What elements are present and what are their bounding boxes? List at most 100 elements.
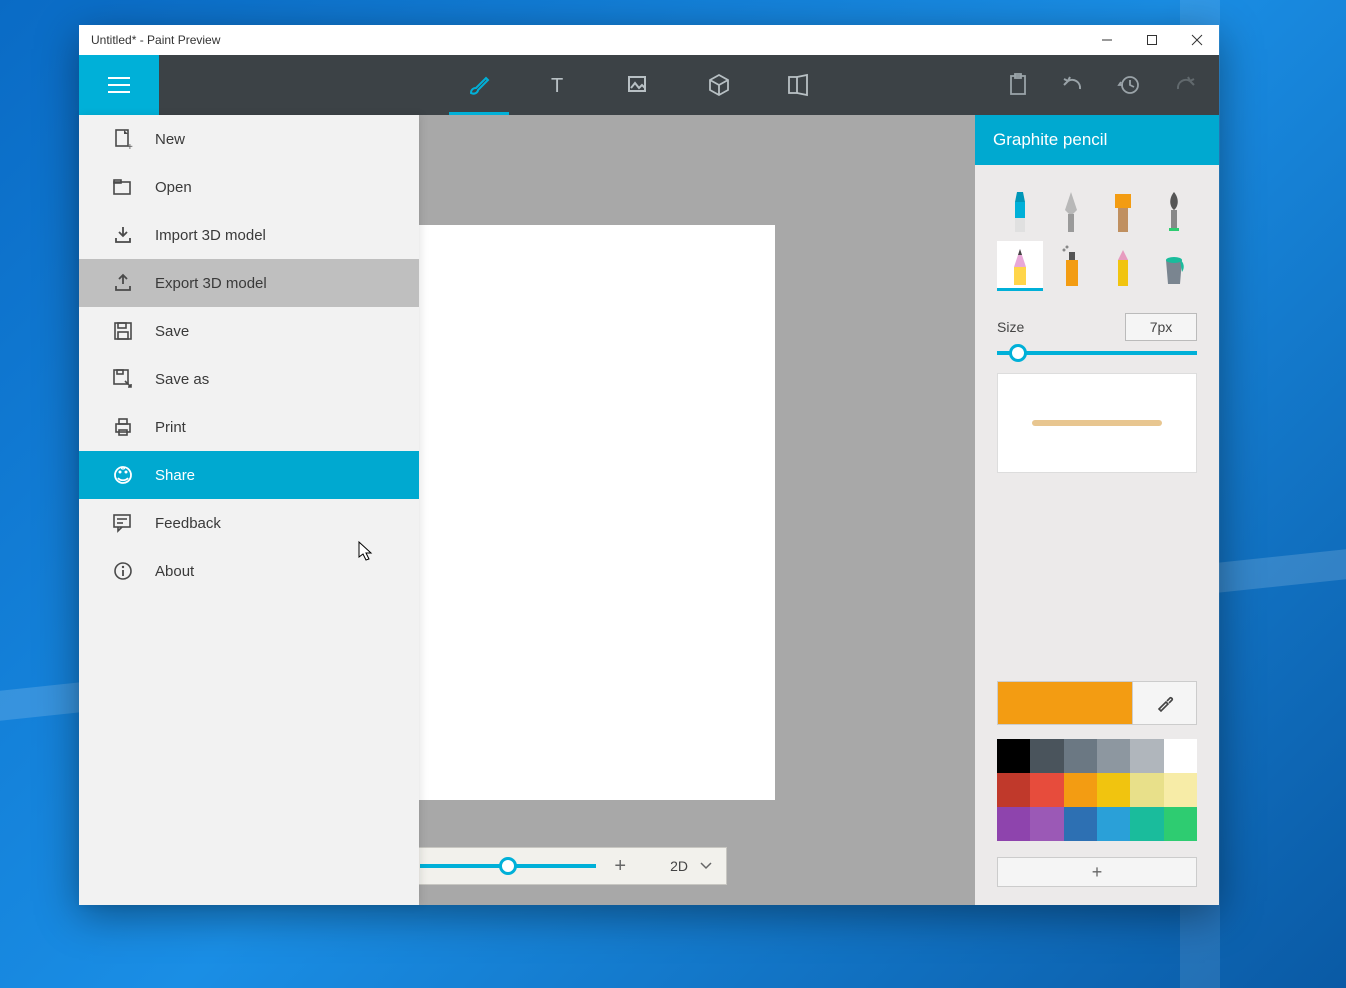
- brush-icon: [466, 72, 492, 98]
- palette-swatch[interactable]: [1164, 773, 1197, 807]
- undo-icon: [1062, 75, 1086, 95]
- brush-picker: [975, 165, 1219, 301]
- menu-item-print[interactable]: Print: [79, 403, 419, 451]
- menu-item-share[interactable]: Share: [79, 451, 419, 499]
- palette-swatch[interactable]: [1097, 739, 1130, 773]
- redo-button[interactable]: [1156, 55, 1211, 115]
- palette-swatch[interactable]: [1030, 739, 1063, 773]
- eyedropper-button[interactable]: [1132, 682, 1196, 724]
- palette-swatch[interactable]: [1064, 773, 1097, 807]
- palette-swatch[interactable]: [1130, 739, 1163, 773]
- palette-swatch[interactable]: [1164, 807, 1197, 841]
- tab-text[interactable]: T: [519, 55, 599, 115]
- app-body: T: [79, 55, 1219, 905]
- chevron-down-icon: [700, 862, 712, 870]
- size-value-input[interactable]: 7px: [1125, 313, 1197, 341]
- close-button[interactable]: [1174, 25, 1219, 55]
- view-mode-label: 2D: [670, 858, 688, 874]
- menu-toggle-button[interactable]: [79, 55, 159, 115]
- menu-item-export-3d[interactable]: Export 3D model: [79, 259, 419, 307]
- menu-item-import-3d[interactable]: Import 3D model: [79, 211, 419, 259]
- maximize-button[interactable]: [1129, 25, 1174, 55]
- palette-swatch[interactable]: [997, 739, 1030, 773]
- palette-swatch[interactable]: [1164, 739, 1197, 773]
- view-mode-dropdown[interactable]: [700, 862, 712, 870]
- zoom-in-button[interactable]: +: [614, 855, 626, 878]
- feedback-icon: [113, 514, 133, 532]
- menu-item-label: New: [155, 131, 185, 148]
- brush-crayon[interactable]: [1100, 241, 1146, 291]
- brush-calligraphy[interactable]: [1152, 185, 1198, 235]
- menu-item-open[interactable]: Open: [79, 163, 419, 211]
- current-color-row: [997, 681, 1197, 725]
- palette-swatch[interactable]: [1130, 807, 1163, 841]
- cube-icon: [707, 73, 731, 97]
- about-icon: [113, 562, 133, 580]
- save-as-icon: [113, 369, 133, 389]
- palette-swatch[interactable]: [1130, 773, 1163, 807]
- palette-swatch[interactable]: [997, 807, 1030, 841]
- minimize-button[interactable]: [1084, 25, 1129, 55]
- brush-square[interactable]: [1100, 185, 1146, 235]
- tab-stickers[interactable]: [599, 55, 679, 115]
- brush-pen-nib[interactable]: [1049, 185, 1095, 235]
- new-icon: +: [113, 129, 133, 149]
- tab-brush[interactable]: [439, 55, 519, 115]
- palette-swatch[interactable]: [1064, 739, 1097, 773]
- zoom-slider[interactable]: [420, 864, 597, 868]
- size-slider[interactable]: [997, 351, 1197, 355]
- menu-item-feedback[interactable]: Feedback: [79, 499, 419, 547]
- palette-swatch[interactable]: [1030, 807, 1063, 841]
- export-3d-icon: [113, 274, 133, 292]
- top-toolbar: T: [79, 55, 1219, 115]
- tool-name-header: Graphite pencil: [975, 115, 1219, 165]
- window-title: Untitled* - Paint Preview: [79, 33, 1084, 47]
- history-button[interactable]: [1101, 55, 1156, 115]
- palette-swatch[interactable]: [1030, 773, 1063, 807]
- canvas-icon: [787, 74, 811, 96]
- menu-item-label: Export 3D model: [155, 275, 267, 292]
- palette-swatch[interactable]: [1097, 807, 1130, 841]
- add-color-button[interactable]: +: [997, 857, 1197, 887]
- title-bar: Untitled* - Paint Preview: [79, 25, 1219, 55]
- menu-item-label: Import 3D model: [155, 227, 266, 244]
- tab-3d[interactable]: [679, 55, 759, 115]
- menu-item-label: Print: [155, 419, 186, 436]
- palette-swatch[interactable]: [1064, 807, 1097, 841]
- svg-text:+: +: [127, 142, 133, 153]
- stickers-icon: [627, 74, 651, 96]
- svg-text:T: T: [551, 75, 563, 97]
- menu-item-label: Open: [155, 179, 192, 196]
- menu-item-save-as[interactable]: Save as: [79, 355, 419, 403]
- brush-spray[interactable]: [1049, 241, 1095, 291]
- palette-swatch[interactable]: [1097, 773, 1130, 807]
- current-color-swatch[interactable]: [998, 682, 1132, 724]
- undo-button[interactable]: [1046, 55, 1101, 115]
- menu-item-label: Feedback: [155, 515, 221, 532]
- tool-tabs: T: [419, 55, 859, 115]
- open-icon: [113, 179, 133, 195]
- app-menu: + New Open Import 3D model Export 3D model Sa…: [79, 115, 419, 905]
- menu-item-label: Save: [155, 323, 189, 340]
- brush-marker[interactable]: [997, 185, 1043, 235]
- print-icon: [113, 418, 133, 436]
- paste-button[interactable]: [991, 55, 1046, 115]
- menu-item-label: About: [155, 563, 194, 580]
- history-icon: [1118, 74, 1140, 96]
- app-window: Untitled* - Paint Preview T: [79, 25, 1219, 905]
- hamburger-icon: [108, 77, 130, 93]
- toolbar-right: [991, 55, 1219, 115]
- eyedropper-icon: [1156, 694, 1174, 712]
- properties-panel: Graphite pencil Size 7px: [975, 115, 1219, 905]
- redo-icon: [1172, 75, 1196, 95]
- save-icon: [113, 322, 133, 340]
- stroke-preview: [997, 373, 1197, 473]
- brush-pencil[interactable]: [997, 241, 1043, 291]
- menu-item-new[interactable]: + New: [79, 115, 419, 163]
- menu-item-about[interactable]: About: [79, 547, 419, 595]
- paste-icon: [1009, 74, 1029, 96]
- tab-canvas[interactable]: [759, 55, 839, 115]
- palette-swatch[interactable]: [997, 773, 1030, 807]
- menu-item-save[interactable]: Save: [79, 307, 419, 355]
- brush-fill-bucket[interactable]: [1152, 241, 1198, 291]
